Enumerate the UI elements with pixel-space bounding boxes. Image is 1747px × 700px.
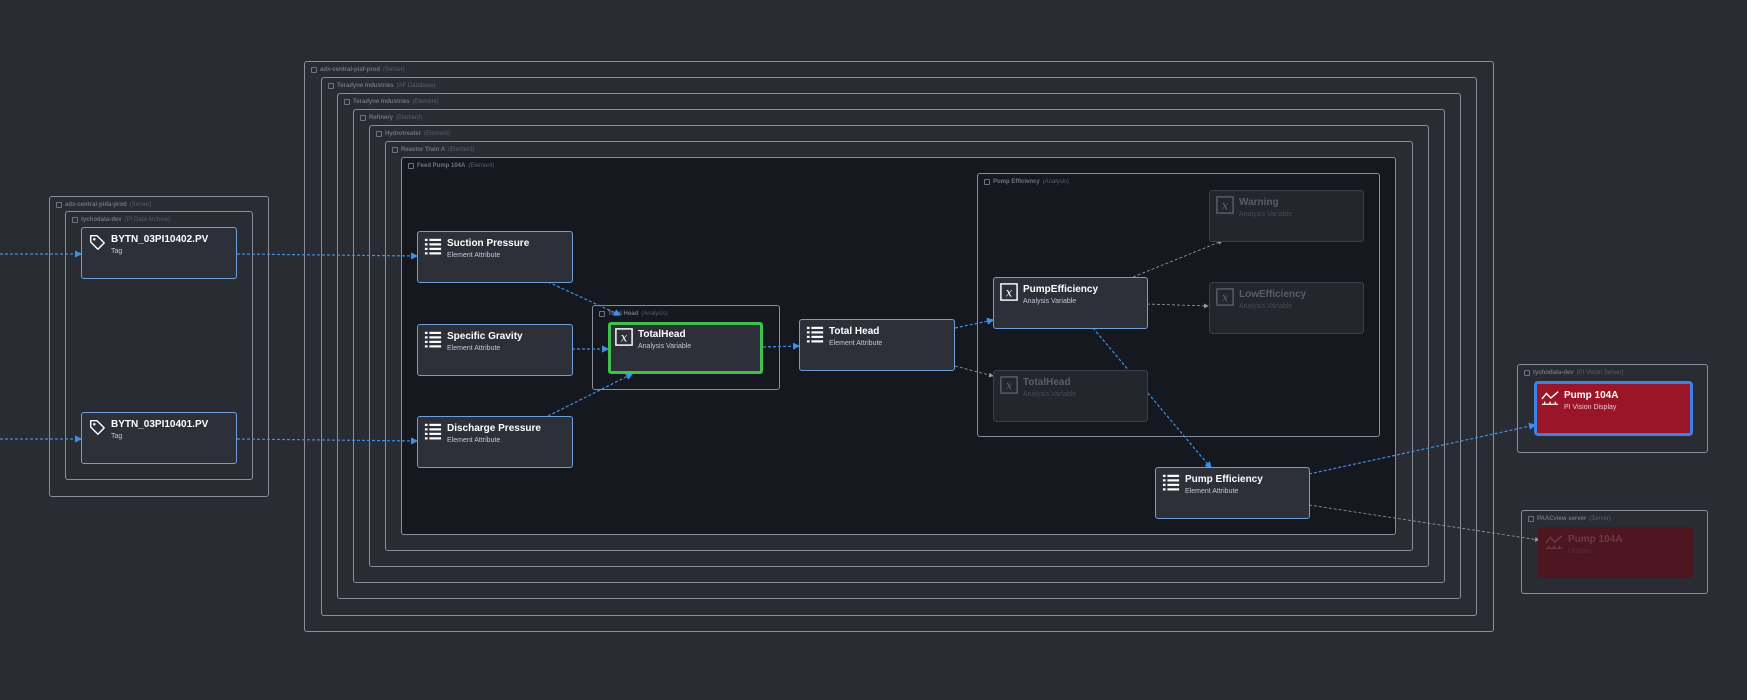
edge-totalhead-attr[interactable] — [762, 342, 801, 350]
trend-display-icon — [1545, 535, 1563, 549]
edge-discharge-totalhead[interactable] — [547, 373, 634, 417]
tag-icon — [89, 234, 105, 250]
edge-attr-ghost-totalhead[interactable] — [954, 365, 994, 378]
node-totalhead-variable[interactable]: x TotalHead Analysis Variable — [608, 322, 763, 374]
node-subtitle: Analysis Variable — [638, 343, 692, 350]
list-icon — [424, 331, 442, 348]
edge-attr-display[interactable] — [1308, 422, 1537, 475]
node-subtitle: Tag — [111, 433, 123, 440]
svg-text:x: x — [1222, 199, 1229, 213]
variable-x-icon: x — [1000, 376, 1018, 394]
edge-tag2-discharge[interactable] — [236, 437, 419, 445]
node-title: Total Head — [829, 326, 880, 337]
node-title: Pump 104A — [1564, 390, 1619, 401]
node-discharge-pressure[interactable]: Discharge Pressure Element Attribute — [417, 416, 573, 468]
node-warning-variable[interactable]: x Warning Analysis Variable — [1209, 190, 1364, 242]
node-subtitle: PI Vision Display — [1564, 404, 1617, 411]
node-tag-bytn-03pi10402[interactable]: BYTN_03PI10402.PV Tag — [81, 227, 237, 279]
node-title: Pump Efficiency — [1185, 474, 1263, 485]
node-title: LowEfficiency — [1239, 289, 1307, 300]
node-suction-pressure[interactable]: Suction Pressure Element Attribute — [417, 231, 573, 283]
edge-tag1-suction[interactable] — [236, 252, 419, 260]
trend-display-icon — [1541, 391, 1559, 405]
node-tag-bytn-03pi10401[interactable]: BYTN_03PI10401.PV Tag — [81, 412, 237, 464]
svg-text:x: x — [1006, 379, 1013, 393]
node-pumpefficiency-variable[interactable]: x PumpEfficiency Analysis Variable — [993, 277, 1148, 329]
list-icon — [806, 326, 824, 343]
node-title: Specific Gravity — [447, 331, 523, 342]
node-subtitle: Element Attribute — [1185, 488, 1239, 495]
node-subtitle: Analysis Variable — [1023, 298, 1077, 305]
edge-pumpeff-warning[interactable] — [1132, 240, 1223, 278]
node-subtitle: Analysis Variable — [1239, 211, 1293, 218]
node-totalhead-ghost-variable[interactable]: x TotalHead Analysis Variable — [993, 370, 1148, 422]
node-specific-gravity[interactable]: Specific Gravity Element Attribute — [417, 324, 573, 376]
node-pump-104a-display[interactable]: Pump 104A PI Vision Display — [1534, 381, 1693, 436]
node-pump-104a-display-ghost[interactable]: Pump 104A Display — [1538, 527, 1693, 578]
svg-text:x: x — [1006, 286, 1013, 300]
node-pump-efficiency-attribute[interactable]: Pump Efficiency Element Attribute — [1155, 467, 1310, 519]
node-title: BYTN_03PI10402.PV — [111, 234, 209, 245]
variable-x-icon: x — [615, 328, 633, 346]
node-subtitle: Analysis Variable — [1239, 303, 1293, 310]
lineage-canvas[interactable]: adx-central-piaf-prod (Server) Teradyne … — [0, 0, 1747, 700]
node-total-head-attribute[interactable]: Total Head Element Attribute — [799, 319, 955, 371]
node-title: Suction Pressure — [447, 238, 530, 249]
node-subtitle: Tag — [111, 248, 123, 255]
edge-suction-totalhead[interactable] — [547, 281, 622, 316]
svg-text:x: x — [621, 331, 628, 345]
list-icon — [424, 238, 442, 255]
node-subtitle: Analysis Variable — [1023, 391, 1077, 398]
variable-x-icon: x — [1216, 196, 1234, 214]
variable-x-icon: x — [1000, 283, 1018, 301]
node-title: BYTN_03PI10401.PV — [111, 419, 209, 430]
edge-attr-ghost-display[interactable] — [1308, 504, 1540, 542]
variable-x-icon: x — [1216, 288, 1234, 306]
node-title: TotalHead — [1023, 377, 1071, 388]
node-title: PumpEfficiency — [1023, 284, 1099, 295]
node-title: TotalHead — [638, 329, 686, 340]
node-subtitle: Display — [1568, 548, 1591, 555]
svg-text:x: x — [1222, 291, 1229, 305]
node-lowefficiency-variable[interactable]: x LowEfficiency Analysis Variable — [1209, 282, 1364, 334]
list-icon — [1162, 474, 1180, 491]
node-subtitle: Element Attribute — [447, 345, 501, 352]
node-title: Warning — [1239, 197, 1279, 208]
list-icon — [424, 423, 442, 440]
tag-icon — [89, 419, 105, 435]
node-title: Discharge Pressure — [447, 423, 541, 434]
node-subtitle: Element Attribute — [447, 252, 501, 259]
edge-pumpeff-loweff[interactable] — [1146, 303, 1209, 309]
node-subtitle: Element Attribute — [447, 437, 501, 444]
node-title: Pump 104A — [1568, 534, 1623, 545]
edge-attr-pumpeff[interactable] — [954, 317, 995, 329]
node-subtitle: Element Attribute — [829, 340, 883, 347]
